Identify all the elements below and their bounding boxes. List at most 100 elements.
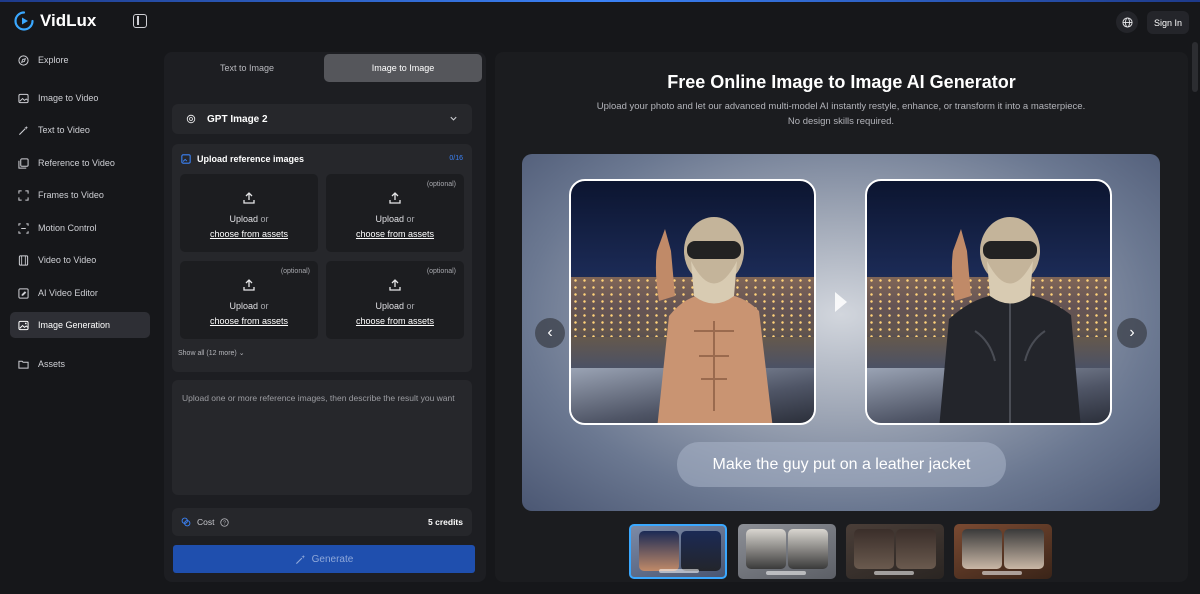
upload-label: Upload or [375,301,415,311]
carousel-thumbnail[interactable] [954,524,1052,579]
sidebar-toggle-icon[interactable] [133,14,147,28]
sidebar-item-label: Image to Video [38,93,99,103]
sidebar-item-image-to-video[interactable]: Image to Video [10,85,150,111]
sidebar-item-frames-to-video[interactable]: Frames to Video [10,182,150,208]
showcase-panel: Free Online Image to Image AI Generator … [495,52,1188,582]
example-caption: Make the guy put on a leather jacket [677,442,1006,487]
globe-icon [1121,16,1133,28]
sidebar-item-motion-control[interactable]: Motion Control [10,215,150,241]
chevron-left-icon: ‹ [547,324,553,341]
page-scrollbar[interactable] [1192,42,1198,92]
sign-in-button[interactable]: Sign In [1147,11,1189,34]
show-all-toggle[interactable]: Show all (12 more) ⌄ [178,349,245,357]
image-icon [18,93,29,104]
choose-from-assets-link[interactable]: choose from assets [326,316,464,326]
upload-label: Upload or [229,214,269,224]
upload-icon [243,192,255,204]
example-carousel: ‹ › Make the guy put on a leather jacket [522,154,1160,511]
logo[interactable]: VidLux [14,11,96,31]
carousel-thumbnail[interactable] [738,524,836,579]
upload-slot[interactable]: Upload or choose from assets [180,174,318,252]
tab-image-to-image[interactable]: Image to Image [324,54,482,82]
image-gen-icon [18,320,29,331]
upload-slot[interactable]: (optional) Upload or choose from assets [326,174,464,252]
upload-label: Upload or [375,214,415,224]
upload-label: Upload or [229,301,269,311]
choose-from-assets-link[interactable]: choose from assets [180,229,318,239]
carousel-thumbnail[interactable] [629,524,727,579]
upload-icon [243,279,255,291]
carousel-thumbnail[interactable] [846,524,944,579]
optional-label: (optional) [280,268,310,275]
upload-count: 0/16 [449,155,463,162]
generate-button[interactable]: Generate [173,545,475,573]
wand-icon [18,125,29,136]
sidebar-item-label: Motion Control [38,223,97,233]
image-upload-icon [181,154,191,164]
openai-icon [186,114,196,124]
shirtless-man-figure [655,217,773,423]
transform-arrow-icon [835,292,847,312]
model-name: GPT Image 2 [207,113,268,125]
sidebar-item-label: Text to Video [38,125,90,135]
upload-slot[interactable]: (optional) Upload or choose from assets [180,261,318,339]
sidebar-item-ai-video-editor[interactable]: AI Video Editor [10,280,150,306]
mode-tabs: Text to Image Image to Image [168,54,484,82]
magic-wand-icon [295,554,305,564]
folder-icon [18,359,29,370]
page-title: Free Online Image to Image AI Generator [667,72,1016,92]
carousel-next-button[interactable]: › [1117,318,1147,348]
coins-icon [181,517,191,527]
upload-slot[interactable]: (optional) Upload or choose from assets [326,261,464,339]
sidebar: Explore Image to Video Text to Video Ref… [0,42,160,594]
sidebar-item-reference-to-video[interactable]: Reference to Video [10,150,150,176]
sidebar-item-label: Video to Video [38,255,97,265]
chevron-right-icon: › [1129,324,1135,341]
choose-from-assets-link[interactable]: choose from assets [180,316,318,326]
cost-value: 5 credits [428,517,463,527]
film-icon [18,254,29,266]
editor-icon [18,287,29,299]
reference-upload-section: Upload reference images 0/16 Upload or c… [172,144,472,372]
help-icon[interactable]: ? [220,517,230,527]
tab-text-to-image[interactable]: Text to Image [168,54,326,82]
chevron-down-icon [450,116,457,121]
top-bar: VidLux Sign In [0,2,1200,42]
sidebar-item-explore[interactable]: Explore [10,47,150,73]
sidebar-item-video-to-video[interactable]: Video to Video [10,247,150,273]
optional-label: (optional) [426,181,456,188]
cost-label: Cost [197,517,215,527]
after-image [865,179,1112,425]
images-icon [18,157,29,169]
sidebar-item-image-generation[interactable]: Image Generation [10,312,150,338]
before-image [569,179,816,425]
frames-icon [18,189,29,201]
language-button[interactable] [1116,11,1138,33]
cost-row: Cost ? 5 credits [172,508,472,536]
choose-from-assets-link[interactable]: choose from assets [326,229,464,239]
generate-label: Generate [311,553,354,565]
motion-icon [18,222,29,234]
sidebar-item-label: Explore [38,55,69,65]
prompt-input[interactable]: Upload one or more reference images, the… [172,380,472,495]
svg-text:?: ? [224,520,227,526]
app-name: VidLux [40,11,97,30]
compass-icon [18,54,29,66]
optional-label: (optional) [426,268,456,275]
sidebar-item-text-to-video[interactable]: Text to Video [10,117,150,143]
sidebar-item-assets[interactable]: Assets [10,351,150,377]
upload-title: Upload reference images [197,154,305,164]
upload-header: Upload reference images [181,154,304,164]
sidebar-item-label: AI Video Editor [38,288,98,298]
generation-panel: Text to Image Image to Image GPT Image 2… [164,52,486,582]
man-in-leather-jacket-figure [939,217,1081,423]
sidebar-item-label: Reference to Video [38,158,115,168]
model-select[interactable]: GPT Image 2 [172,104,472,134]
carousel-prev-button[interactable]: ‹ [535,318,565,348]
sidebar-item-label: Frames to Video [38,190,104,200]
page-subtitle: Upload your photo and let our advanced m… [596,101,1086,127]
vidlux-logo-icon [14,11,34,31]
chevron-down-icon: ⌄ [238,350,245,357]
sidebar-item-label: Image Generation [38,320,111,330]
upload-icon [389,192,401,204]
